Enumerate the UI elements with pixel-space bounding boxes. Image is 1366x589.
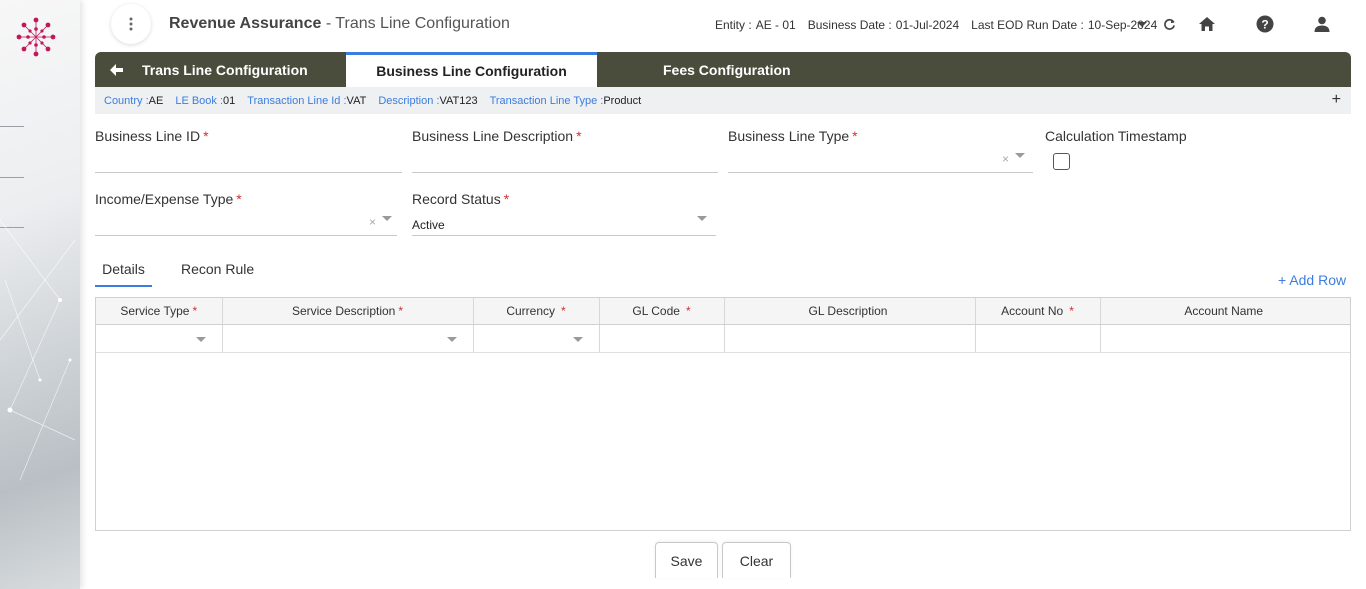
- calculation-timestamp-field: Calculation Timestamp: [1045, 128, 1245, 174]
- chevron-down-icon[interactable]: [382, 216, 392, 221]
- help-button[interactable]: ?: [1255, 14, 1275, 34]
- record-status-select[interactable]: [412, 235, 716, 236]
- clear-icon[interactable]: ×: [369, 215, 376, 229]
- details-grid: Service Type * Service Description * Curre…: [95, 297, 1351, 531]
- calculation-timestamp-checkbox[interactable]: [1053, 153, 1070, 170]
- user-profile-button[interactable]: [1312, 14, 1332, 34]
- transaction-line-id-value: VAT: [346, 94, 367, 107]
- gl-code-cell[interactable]: [599, 324, 725, 353]
- tab-fees-configuration[interactable]: Fees Configuration: [663, 52, 791, 87]
- app-logo[interactable]: [15, 16, 57, 58]
- entity-label: Entity :: [715, 18, 752, 32]
- business-line-description-label: Business Line Description *: [412, 128, 582, 144]
- vertical-dots-icon: [129, 17, 133, 31]
- description-value: VAT123: [439, 94, 478, 107]
- sidebar-divider: [0, 126, 24, 127]
- app-name: Revenue Assurance: [169, 15, 322, 32]
- left-sidebar: [0, 0, 80, 589]
- caret-down-icon: [1137, 21, 1147, 27]
- record-status-field[interactable]: Record Status * Active: [412, 191, 716, 237]
- income-expense-type-select[interactable]: [95, 235, 397, 236]
- column-header-account-name[interactable]: Account Name: [1100, 298, 1350, 325]
- refresh-icon: [1163, 18, 1175, 30]
- business-line-type-label: Business Line Type *: [728, 128, 858, 144]
- table-header-row: Service Type * Service Description * Curre…: [96, 298, 1350, 325]
- eod-dropdown-button[interactable]: [1132, 14, 1152, 34]
- chevron-down-icon[interactable]: [195, 336, 206, 342]
- le-book-label: LE Book :: [175, 94, 224, 107]
- business-line-id-input[interactable]: [95, 172, 402, 173]
- description-label: Description :: [378, 94, 440, 107]
- business-line-id-field[interactable]: Business Line ID *: [95, 128, 402, 174]
- business-line-description-field[interactable]: Business Line Description *: [412, 128, 718, 174]
- header-info: Entity : AE - 01 Business Date : 01-Jul-…: [715, 18, 1157, 32]
- service-type-cell[interactable]: [96, 324, 223, 353]
- sidebar-divider: [0, 177, 24, 178]
- column-header-account-no[interactable]: Account No *: [975, 298, 1101, 325]
- subtab-recon-rule[interactable]: Recon Rule: [181, 261, 254, 277]
- country-value: AE: [148, 94, 164, 107]
- currency-cell[interactable]: [473, 324, 600, 353]
- context-breadcrumb: Country : AE LE Book : 01 Transaction Li…: [95, 87, 1351, 114]
- gl-description-cell[interactable]: [724, 324, 976, 353]
- table-row: [96, 324, 1350, 353]
- country-label: Country :: [104, 94, 149, 107]
- chevron-down-icon[interactable]: [446, 336, 457, 342]
- expand-plus-icon[interactable]: +: [1332, 91, 1341, 109]
- home-button[interactable]: [1197, 14, 1217, 34]
- clear-icon[interactable]: ×: [1002, 152, 1009, 166]
- record-status-value: Active: [412, 218, 445, 232]
- tab-label: Business Line Configuration: [376, 63, 567, 79]
- more-menu-button[interactable]: [111, 4, 151, 44]
- business-date-value: 01-Jul-2024: [895, 18, 960, 32]
- details-table: Service Type * Service Description * Curre…: [96, 298, 1350, 353]
- account-name-cell[interactable]: [1100, 324, 1350, 353]
- column-header-currency[interactable]: Currency *: [473, 298, 600, 325]
- tab-trans-line-configuration[interactable]: Trans Line Configuration: [95, 52, 346, 87]
- back-arrow-icon[interactable]: [110, 63, 123, 76]
- eod-date-label: Last EOD Run Date :: [971, 18, 1084, 32]
- clear-button[interactable]: Clear: [722, 542, 791, 578]
- column-header-service-description[interactable]: Service Description *: [222, 298, 474, 325]
- refresh-button[interactable]: [1159, 14, 1179, 34]
- calculation-timestamp-label: Calculation Timestamp: [1045, 128, 1187, 144]
- account-no-cell[interactable]: [975, 324, 1101, 353]
- tab-label: Fees Configuration: [663, 61, 791, 78]
- tab-business-line-configuration[interactable]: Business Line Configuration: [346, 52, 597, 87]
- add-row-button[interactable]: + Add Row: [1278, 272, 1346, 288]
- business-line-description-input[interactable]: [412, 172, 718, 173]
- transaction-line-type-label: Transaction Line Type :: [489, 94, 604, 107]
- network-background-graphic: [0, 219, 76, 481]
- income-expense-type-field[interactable]: Income/Expense Type * ×: [95, 191, 397, 237]
- chevron-down-icon[interactable]: [572, 336, 583, 342]
- column-header-gl-description[interactable]: GL Description: [724, 298, 976, 325]
- page-title: - Trans Line Configuration: [321, 15, 510, 32]
- le-book-value: 01: [223, 94, 236, 107]
- business-line-type-select[interactable]: [728, 172, 1033, 173]
- income-expense-type-label: Income/Expense Type *: [95, 191, 242, 207]
- record-status-label: Record Status *: [412, 191, 510, 207]
- tab-label: Trans Line Configuration: [142, 61, 308, 78]
- app-title: Revenue Assurance - Trans Line Configura…: [169, 15, 510, 33]
- service-description-cell[interactable]: [222, 324, 474, 353]
- subtab-details[interactable]: Details: [95, 261, 152, 287]
- business-line-type-field[interactable]: Business Line Type * ×: [728, 128, 1033, 174]
- help-icon: ?: [1256, 15, 1274, 33]
- user-icon: [1314, 16, 1330, 32]
- business-date-label: Business Date :: [807, 18, 892, 32]
- top-header: Revenue Assurance - Trans Line Configura…: [80, 0, 1366, 50]
- entity-value: AE - 01: [755, 18, 796, 32]
- home-icon: [1199, 17, 1215, 31]
- transaction-line-id-label: Transaction Line Id :: [247, 94, 347, 107]
- chevron-down-icon[interactable]: [1015, 153, 1025, 158]
- column-header-gl-code[interactable]: GL Code *: [599, 298, 725, 325]
- svg-text:?: ?: [1261, 18, 1268, 32]
- chevron-down-icon[interactable]: [697, 216, 707, 221]
- save-button[interactable]: Save: [655, 542, 718, 578]
- column-header-service-type[interactable]: Service Type *: [96, 298, 223, 325]
- transaction-line-type-value: Product: [603, 94, 642, 107]
- business-line-id-label: Business Line ID *: [95, 128, 209, 144]
- config-tab-bar: Trans Line Configuration Business Line C…: [95, 52, 1351, 87]
